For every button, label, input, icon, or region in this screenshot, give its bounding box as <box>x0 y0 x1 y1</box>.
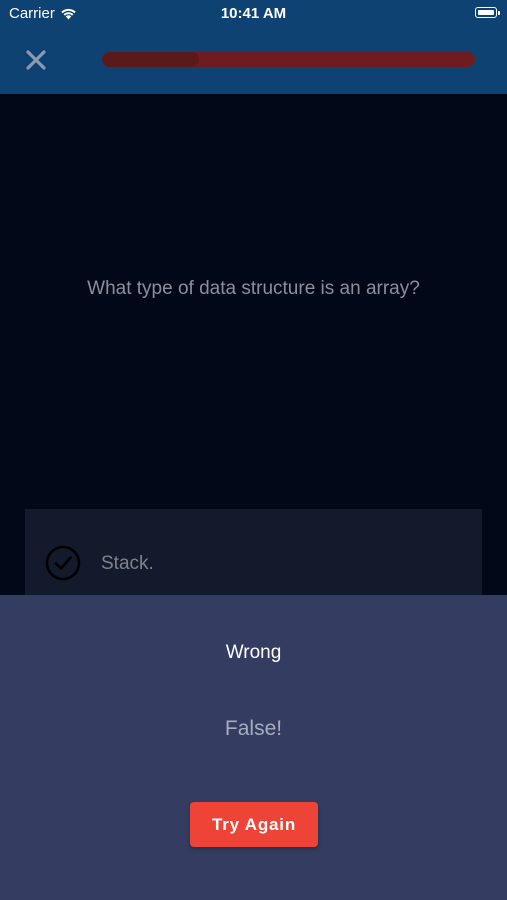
result-sheet: Wrong False! Try Again <box>0 595 507 900</box>
progress-bar <box>102 52 475 67</box>
answer-option-label: Stack. <box>101 553 154 574</box>
close-button[interactable] <box>20 44 52 76</box>
result-message: False! <box>224 717 283 740</box>
battery-level <box>477 9 494 15</box>
close-icon <box>26 50 46 70</box>
quiz-screen: Carrier 10:41 AM What type of data struc… <box>0 0 507 900</box>
try-again-button[interactable]: Try Again <box>190 802 318 847</box>
status-bar: Carrier 10:41 AM <box>0 0 507 30</box>
result-title: Wrong <box>225 642 282 663</box>
status-time: 10:41 AM <box>220 5 287 22</box>
progress-bar-fill <box>102 52 199 67</box>
check-circle-icon <box>45 545 81 581</box>
quiz-header <box>0 30 507 94</box>
question-text: What type of data structure is an array? <box>87 278 420 299</box>
battery-icon <box>475 7 500 18</box>
